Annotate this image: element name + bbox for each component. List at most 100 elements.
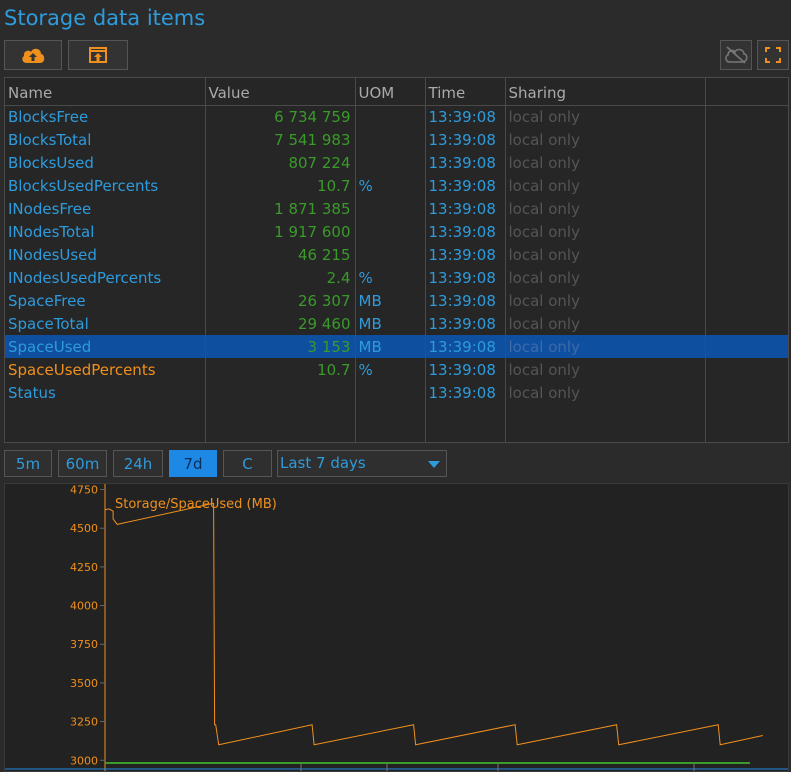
table-row[interactable]: Status 13:39:08 local only — [5, 381, 788, 404]
cell-uom: MB — [355, 335, 426, 358]
cell-name: INodesUsed — [5, 243, 206, 266]
column-header-time[interactable]: Time — [425, 78, 506, 106]
range-60m-button[interactable]: 60m — [58, 450, 107, 477]
y-tick-label: 3000 — [70, 754, 98, 767]
export-button[interactable] — [68, 40, 128, 70]
cell-value: 29 460 — [205, 312, 356, 335]
chart-canvas: 3000 3250 3500 3750 4000 4250 4500 4750 Storage/… — [5, 484, 788, 771]
range-custom-button[interactable]: C — [223, 450, 272, 477]
table-row[interactable]: SpaceTotal 29 460 MB 13:39:08 local only — [5, 312, 788, 335]
range-select[interactable]: Last 7 days — [277, 450, 447, 477]
cell-uom: % — [355, 358, 426, 381]
cell-empty — [705, 151, 788, 174]
export-icon — [89, 47, 107, 63]
cell-uom: % — [355, 266, 426, 289]
cell-time: 13:39:08 — [425, 358, 506, 381]
cell-sharing: local only — [505, 289, 706, 312]
cell-sharing: local only — [505, 197, 706, 220]
cell-name: BlocksFree — [5, 105, 206, 128]
cell-value: 3 153 — [205, 335, 356, 358]
cell-name: INodesUsedPercents — [5, 266, 206, 289]
range-select-value: Last 7 days — [280, 454, 366, 472]
cell-empty — [705, 289, 788, 312]
cell-empty — [5, 404, 206, 442]
cell-time: 13:39:08 — [425, 174, 506, 197]
upload-button[interactable] — [4, 40, 62, 70]
page-title: Storage data items — [4, 6, 206, 30]
cloud-off-icon — [725, 46, 748, 64]
column-header-sharing[interactable]: Sharing — [505, 78, 706, 106]
cell-uom: MB — [355, 289, 426, 312]
cell-sharing: local only — [505, 174, 706, 197]
cell-time: 13:39:08 — [425, 151, 506, 174]
cell-value: 26 307 — [205, 289, 356, 312]
y-tick-label: 4250 — [70, 561, 98, 574]
cloud-off-button[interactable] — [720, 40, 752, 70]
cell-name: BlocksTotal — [5, 128, 206, 151]
table-row[interactable]: INodesTotal 1 917 600 13:39:08 local only — [5, 220, 788, 243]
cell-empty — [705, 404, 788, 442]
cell-value: 6 734 759 — [205, 105, 356, 128]
cell-empty — [705, 312, 788, 335]
cell-empty — [705, 174, 788, 197]
cell-sharing: local only — [505, 335, 706, 358]
y-tick-label: 3500 — [70, 677, 98, 690]
cell-value: 807 224 — [205, 151, 356, 174]
cell-value: 1 917 600 — [205, 220, 356, 243]
cell-uom — [355, 151, 426, 174]
cell-uom — [355, 220, 426, 243]
cell-empty — [705, 266, 788, 289]
y-tick-label: 4500 — [70, 522, 98, 535]
cell-name: Status — [5, 381, 206, 404]
table-row[interactable]: INodesUsedPercents 2.4% 13:39:08 local only — [5, 266, 788, 289]
cell-value — [205, 381, 356, 404]
cell-uom — [355, 105, 426, 128]
cell-name: INodesTotal — [5, 220, 206, 243]
cell-sharing: local only — [505, 266, 706, 289]
cell-empty — [705, 197, 788, 220]
column-header-empty — [705, 78, 788, 106]
cell-empty — [705, 105, 788, 128]
cell-empty — [705, 335, 788, 358]
fullscreen-button[interactable] — [757, 40, 789, 70]
cell-time: 13:39:08 — [425, 105, 506, 128]
cell-name: BlocksUsed — [5, 151, 206, 174]
table-row[interactable]: BlocksFree 6 734 759 13:39:08 local only — [5, 105, 788, 128]
cell-name: SpaceFree — [5, 289, 206, 312]
table-row[interactable]: SpaceUsedPercents 10.7% 13:39:08 local only — [5, 358, 788, 381]
cell-value: 2.4 — [205, 266, 356, 289]
column-header-uom[interactable]: UOM — [355, 78, 426, 106]
cell-sharing: local only — [505, 381, 706, 404]
y-tick-label: 3750 — [70, 638, 98, 651]
table-row[interactable]: BlocksUsedPercents 10.7% 13:39:08 local onl… — [5, 174, 788, 197]
range-7d-button[interactable]: 7d — [169, 450, 217, 477]
table-row[interactable]: BlocksUsed 807 224 13:39:08 local only — [5, 151, 788, 174]
fullscreen-icon — [765, 47, 781, 63]
cell-name: SpaceUsedPercents — [5, 358, 206, 381]
cell-uom: MB — [355, 312, 426, 335]
cell-name: SpaceUsed — [5, 335, 206, 358]
cell-empty — [425, 404, 506, 442]
column-header-name[interactable]: Name — [5, 78, 206, 106]
cell-time: 13:39:08 — [425, 128, 506, 151]
cell-value: 1 871 385 — [205, 197, 356, 220]
cell-empty — [705, 243, 788, 266]
range-5m-button[interactable]: 5m — [4, 450, 52, 477]
cell-sharing: local only — [505, 312, 706, 335]
column-header-value[interactable]: Value — [205, 78, 356, 106]
range-24h-button[interactable]: 24h — [113, 450, 163, 477]
cell-empty — [205, 404, 356, 442]
table-row[interactable]: SpaceFree 26 307 MB 13:39:08 local only — [5, 289, 788, 312]
cell-empty — [505, 404, 706, 442]
cell-name: BlocksUsedPercents — [5, 174, 206, 197]
cell-name: SpaceTotal — [5, 312, 206, 335]
cell-sharing: local only — [505, 243, 706, 266]
table-row[interactable]: INodesFree 1 871 385 13:39:08 local only — [5, 197, 788, 220]
table-row[interactable]: SpaceUsed 3 153 MB 13:39:08 local only — [5, 335, 788, 358]
table-row[interactable]: BlocksTotal 7 541 983 13:39:08 local only — [5, 128, 788, 151]
cell-empty — [705, 381, 788, 404]
table-row[interactable]: INodesUsed 46 215 13:39:08 local only — [5, 243, 788, 266]
cell-sharing: local only — [505, 105, 706, 128]
cell-uom — [355, 128, 426, 151]
cell-empty — [705, 358, 788, 381]
